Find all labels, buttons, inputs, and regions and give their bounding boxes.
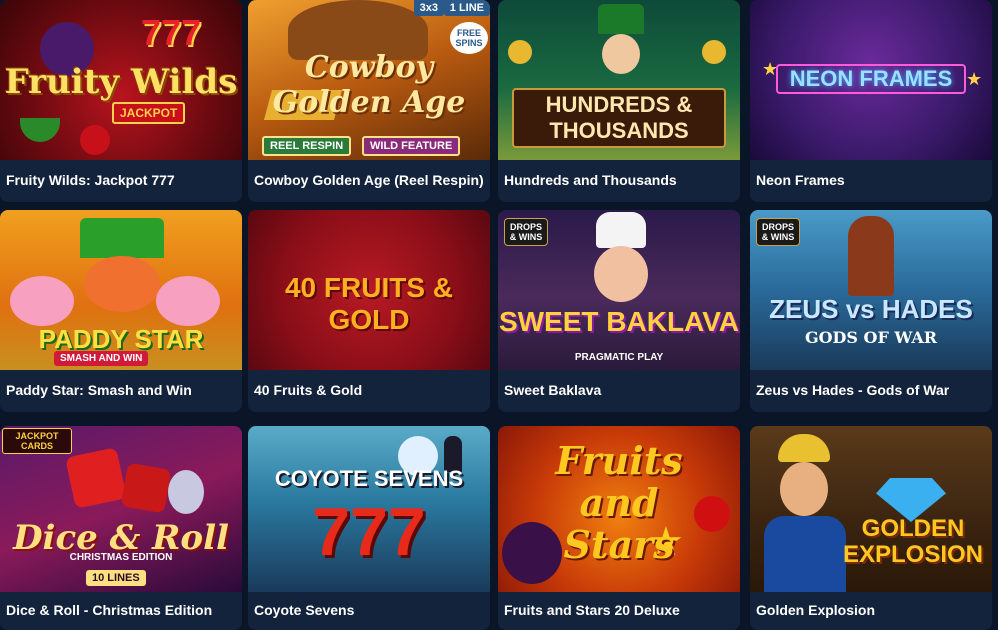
game-title[interactable]: Zeus vs Hades - Gods of War	[750, 370, 992, 412]
game-card[interactable]: DROPS & WINS ZEUS vs HADES GODS OF WAR Z…	[750, 210, 992, 412]
snow-globe-icon	[168, 470, 204, 514]
game-thumbnail[interactable]: ★ ★ NEON FRAMES	[750, 0, 992, 160]
game-card[interactable]: HUNDREDS & THOUSANDS Hundreds and Thousa…	[498, 0, 740, 202]
game-thumbnail[interactable]: DROPS & WINS SWEET BAKLAVA PRAGMATIC PLA…	[498, 210, 740, 370]
pig-icon	[10, 276, 74, 326]
reel-respin-badge: REEL RESPIN	[262, 136, 352, 156]
game-thumbnail[interactable]: GOLDEN EXPLOSION	[750, 426, 992, 592]
game-thumbnail[interactable]: DROPS & WINS ZEUS vs HADES GODS OF WAR	[750, 210, 992, 370]
drops-and-wins-badge: DROPS & WINS	[504, 218, 548, 246]
art-number: 777	[312, 494, 426, 570]
hades-figure-icon	[848, 216, 894, 296]
art-title: SWEET BAKLAVA	[498, 306, 740, 337]
game-title[interactable]: Sweet Baklava	[498, 370, 740, 412]
art-subtitle: JACKPOT	[112, 102, 186, 124]
game-title[interactable]: Coyote Sevens	[248, 592, 490, 630]
game-title[interactable]: 40 Fruits & Gold	[248, 370, 490, 412]
game-title[interactable]: Fruity Wilds: Jackpot 777	[0, 160, 242, 202]
art-title: HUNDREDS & THOUSANDS	[512, 88, 726, 148]
art-title: ZEUS vs HADES	[769, 294, 973, 324]
coin-icon	[508, 40, 532, 64]
game-thumbnail[interactable]: HUNDREDS & THOUSANDS	[498, 0, 740, 160]
game-card[interactable]: PADDY STAR SMASH AND WIN Paddy Star: Sma…	[0, 210, 242, 412]
game-thumbnail[interactable]: JACKPOT CARDS Dice & Roll CHRISTMAS EDIT…	[0, 426, 242, 592]
miner-face-icon	[780, 462, 828, 516]
game-card[interactable]: ★ ★ NEON FRAMES Neon Frames	[750, 0, 992, 202]
game-card[interactable]: 40 FRUITS & GOLD 40 Fruits & Gold	[248, 210, 490, 412]
jackpot-cards-badge: JACKPOT CARDS	[2, 428, 72, 454]
game-thumbnail[interactable]: PADDY STAR SMASH AND WIN	[0, 210, 242, 370]
art-subtitle: SMASH AND WIN	[54, 351, 149, 366]
leprechaun-face-icon	[602, 34, 640, 74]
drops-and-wins-badge: DROPS & WINS	[756, 218, 800, 246]
dice-icon	[65, 447, 127, 509]
art-title: Fruity Wilds	[4, 62, 238, 102]
art-title: NEON FRAMES	[776, 64, 966, 94]
game-card[interactable]: 3x3 1 LINE FREE SPINS Cowboy Golden Age …	[248, 0, 490, 202]
watermelon-icon	[20, 118, 60, 142]
game-card[interactable]: COYOTE SEVENS 777 Coyote Sevens	[248, 426, 490, 630]
game-thumbnail[interactable]: 40 FRUITS & GOLD	[248, 210, 490, 370]
game-card[interactable]: ★ Fruits and Stars Fruits and Stars 20 D…	[498, 426, 740, 630]
grid-badge: 3x3	[413, 0, 444, 16]
leprechaun-hat-icon	[80, 218, 164, 258]
provider-label: PRAGMATIC PLAY	[574, 352, 664, 363]
art-title: Cowboy Golden Age	[272, 50, 466, 120]
leprechaun-face-icon	[84, 256, 160, 312]
coin-icon	[702, 40, 726, 64]
game-thumbnail[interactable]: 3x3 1 LINE FREE SPINS Cowboy Golden Age …	[248, 0, 490, 160]
game-card[interactable]: JACKPOT CARDS Dice & Roll CHRISTMAS EDIT…	[0, 426, 242, 630]
art-title: GOLDEN EXPLOSION	[842, 515, 984, 568]
game-card[interactable]: GOLDEN EXPLOSION Golden Explosion	[750, 426, 992, 630]
game-title[interactable]: Fruits and Stars 20 Deluxe	[498, 592, 740, 630]
game-card[interactable]: 777 Fruity Wilds JACKPOT Fruity Wilds: J…	[0, 0, 242, 202]
game-title[interactable]: Hundreds and Thousands	[498, 160, 740, 202]
wild-feature-badge: WILD FEATURE	[362, 136, 461, 156]
game-title[interactable]: Cowboy Golden Age (Reel Respin)	[248, 160, 490, 202]
art-title: 40 FRUITS & GOLD	[284, 272, 454, 335]
game-thumbnail[interactable]: 777 Fruity Wilds JACKPOT	[0, 0, 242, 160]
game-thumbnail[interactable]: COYOTE SEVENS 777	[248, 426, 490, 592]
art-number: 777	[140, 12, 202, 53]
miner-body-icon	[764, 516, 846, 592]
cherry-icon	[80, 125, 110, 155]
game-title[interactable]: Neon Frames	[750, 160, 992, 202]
chef-hat-icon	[596, 212, 646, 248]
game-title[interactable]: Golden Explosion	[750, 592, 992, 630]
miner-helmet-icon	[778, 434, 830, 462]
art-title: COYOTE SEVENS	[274, 466, 464, 491]
game-card[interactable]: DROPS & WINS SWEET BAKLAVA PRAGMATIC PLA…	[498, 210, 740, 412]
chef-face-icon	[594, 246, 648, 302]
art-title: Fruits and Stars	[555, 438, 683, 567]
game-title[interactable]: Paddy Star: Smash and Win	[0, 370, 242, 412]
game-thumbnail[interactable]: ★ Fruits and Stars	[498, 426, 740, 592]
game-grid: 777 Fruity Wilds JACKPOT Fruity Wilds: J…	[0, 0, 998, 630]
dice-icon	[120, 462, 172, 514]
leprechaun-hat-icon	[598, 4, 644, 34]
game-title[interactable]: Dice & Roll - Christmas Edition	[0, 592, 242, 630]
art-subtitle: CHRISTMAS EDITION	[69, 552, 173, 563]
lines-badge: 10 LINES	[86, 570, 146, 586]
pig-icon	[156, 276, 220, 326]
star-icon: ★	[966, 69, 983, 89]
lines-badge: 1 LINE	[443, 0, 490, 16]
art-subtitle: GODS OF WAR	[804, 328, 938, 347]
